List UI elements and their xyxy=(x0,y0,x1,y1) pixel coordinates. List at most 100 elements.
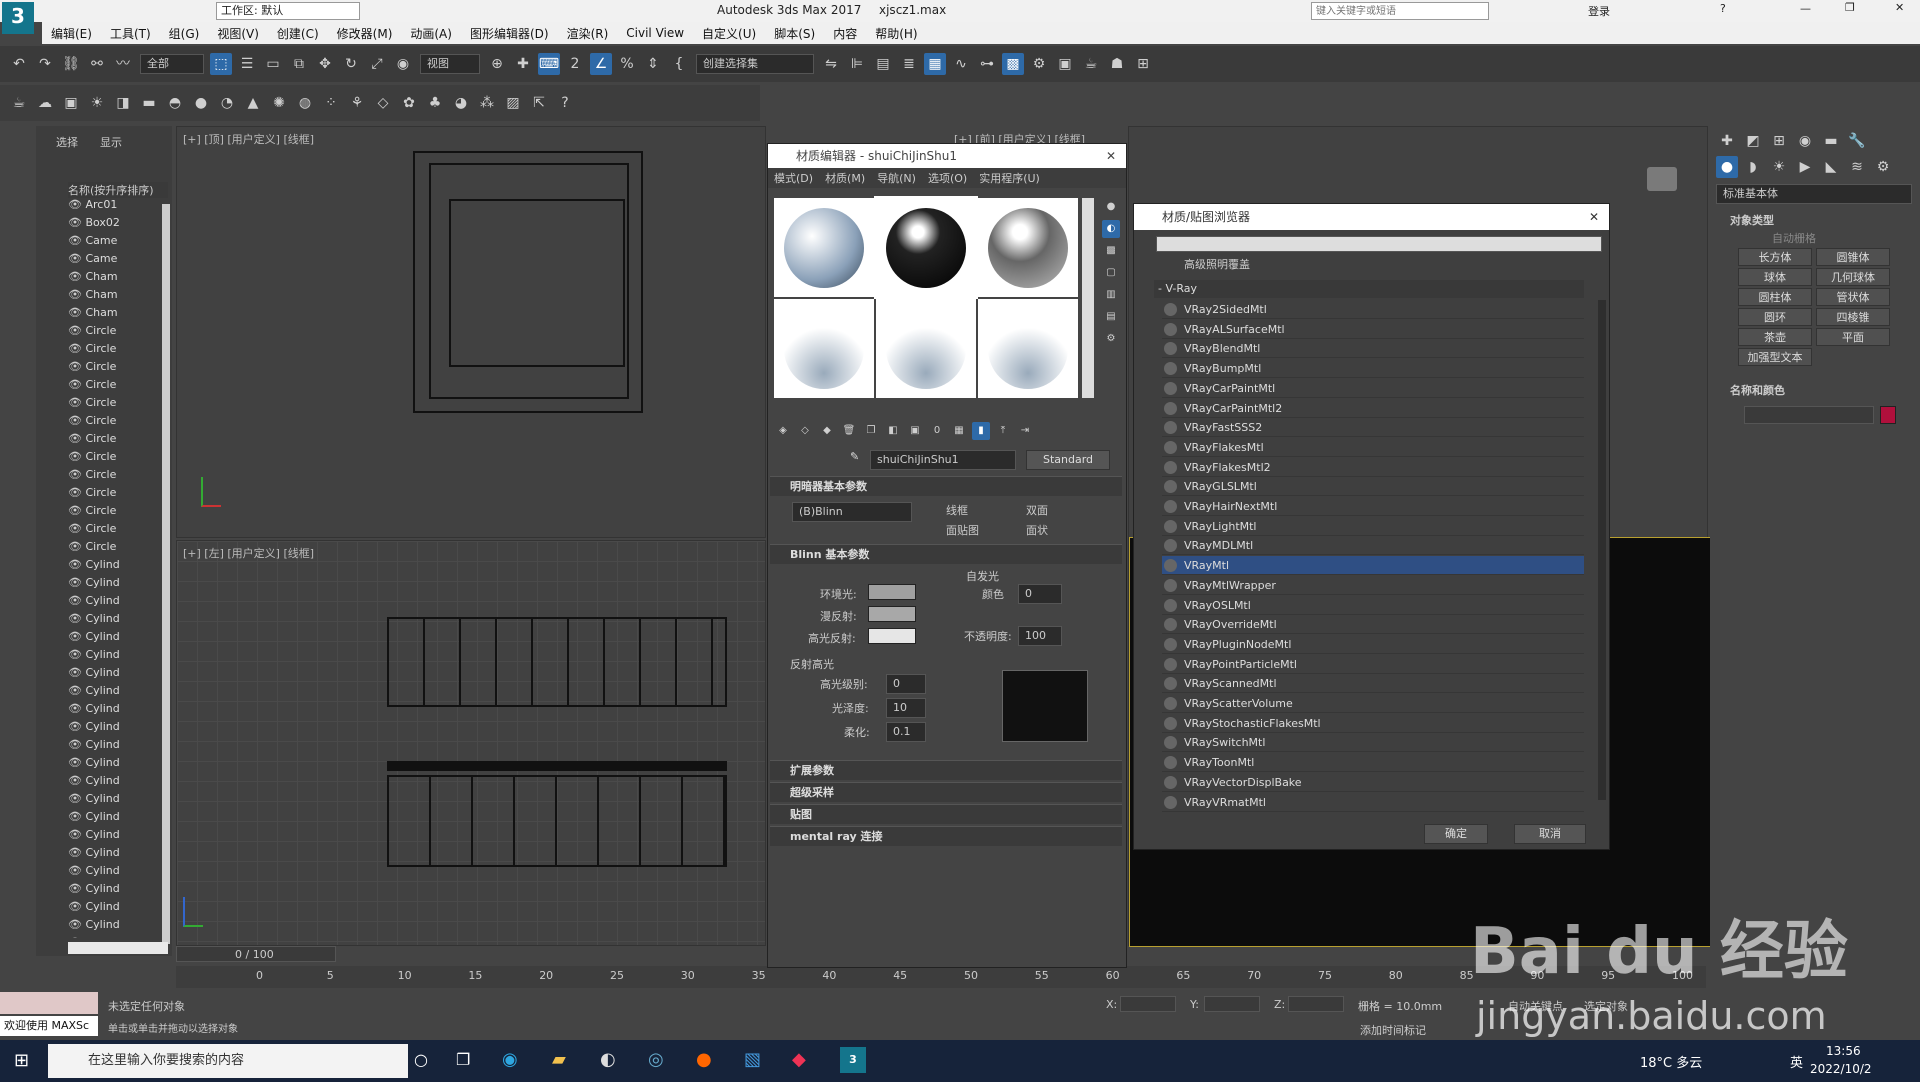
bind-spacewarp-icon[interactable]: 〰 xyxy=(112,53,134,75)
two-sided-checkbox[interactable]: 双面 xyxy=(1026,502,1048,518)
explorer-row[interactable]: 👁 Cham xyxy=(68,288,168,306)
self-illum-value[interactable]: 0 xyxy=(1018,584,1062,604)
explorer-row[interactable]: 👁 Cylind xyxy=(68,630,168,648)
explorer-row[interactable]: 👁 Cylind xyxy=(68,828,168,846)
material-type-button[interactable]: Standard xyxy=(1026,450,1110,470)
eye-icon[interactable]: 👁 xyxy=(68,666,85,679)
shapes-icon[interactable]: ◗ xyxy=(1742,156,1764,178)
explorer-row[interactable]: 👁 Cylind xyxy=(68,684,168,702)
eye-icon[interactable]: 👁 xyxy=(68,702,85,715)
browser-group-vray[interactable]: - V-Ray xyxy=(1154,280,1584,298)
browser-item[interactable]: VRay2SidedMtl xyxy=(1162,300,1584,319)
explorer-row[interactable]: 👁 Circle xyxy=(68,522,168,540)
explorer-row[interactable]: 👁 Cylind xyxy=(68,756,168,774)
search-input[interactable] xyxy=(1311,2,1489,20)
eye-icon[interactable]: 👁 xyxy=(68,882,85,895)
cloud-icon[interactable]: ☁ xyxy=(34,92,56,114)
material-name-field[interactable]: shuiChiJinShu1 xyxy=(870,450,1016,470)
explorer-row[interactable]: 👁 Cylind xyxy=(68,738,168,756)
name-color-header[interactable]: 名称和颜色 xyxy=(1730,382,1785,398)
3dsmax-taskbar-icon[interactable]: 3 xyxy=(840,1047,866,1073)
eye-icon[interactable]: 👁 xyxy=(68,216,85,229)
browser-item[interactable]: VRayPluginNodeMtl xyxy=(1162,635,1584,654)
uv-tiling-icon[interactable]: ▢ xyxy=(1102,264,1120,282)
browser-item[interactable]: VRayLightMtl xyxy=(1162,517,1584,536)
plane-light-icon[interactable]: ▬ xyxy=(138,92,160,114)
select-object-icon[interactable]: ⬚ xyxy=(210,53,232,75)
render-cloud-icon[interactable]: ⊞ xyxy=(1132,53,1154,75)
firefox-icon[interactable]: ● xyxy=(696,1049,712,1070)
browser-item[interactable]: VRayFlakesMtl xyxy=(1162,438,1584,457)
named-selection-dropdown[interactable]: 创建选择集 xyxy=(696,54,814,74)
extended-params-rollout[interactable]: 扩展参数 xyxy=(770,760,1122,780)
eye-icon[interactable]: 👁 xyxy=(68,252,85,265)
menu-item[interactable]: 工具(T) xyxy=(101,25,160,42)
browser-item[interactable]: VRayPointParticleMtl xyxy=(1162,655,1584,674)
eye-icon[interactable]: 👁 xyxy=(68,450,85,463)
menu-item[interactable]: 帮助(H) xyxy=(866,25,926,42)
angle-snap-icon[interactable]: ∠ xyxy=(590,53,612,75)
sample-type-icon[interactable]: ● xyxy=(1102,198,1120,216)
eyedropper-icon[interactable]: ✎ xyxy=(850,450,859,463)
weather-text[interactable]: 18°C 多云 xyxy=(1640,1052,1702,1071)
explorer-row[interactable]: 👁 Cham xyxy=(68,270,168,288)
browser-prev-item[interactable]: 高级照明覆盖 xyxy=(1162,256,1584,272)
glossiness-value[interactable]: 10 xyxy=(886,698,926,718)
browser-item[interactable]: VRayOSLMtl xyxy=(1162,596,1584,615)
maxscript-mini-listener[interactable]: 欢迎使用 MAXSc xyxy=(0,1016,98,1036)
mesh-light-icon[interactable]: ◔ xyxy=(216,92,238,114)
self-illum-color-checkbox[interactable]: 颜色 xyxy=(982,586,1004,602)
put-material-icon[interactable]: ◇ xyxy=(796,422,814,440)
login-link[interactable]: 登录 xyxy=(1588,3,1610,19)
video-color-icon[interactable]: ▥ xyxy=(1102,286,1120,304)
time-slider[interactable]: 0 / 100 xyxy=(176,946,336,962)
cortana-icon[interactable]: ○ xyxy=(414,1050,428,1069)
create-tab-icon[interactable]: ✚ xyxy=(1716,130,1738,152)
shader-dropdown[interactable]: (B)Blinn xyxy=(792,502,912,522)
scene-explorer-icon[interactable]: ▤ xyxy=(872,53,894,75)
material-sphere-icon[interactable]: ◕ xyxy=(450,92,472,114)
eye-icon[interactable]: 👁 xyxy=(68,522,85,535)
browser-item[interactable]: VRayBlendMtl xyxy=(1162,339,1584,359)
explorer-row[interactable]: 👁 Cylind xyxy=(68,612,168,630)
explorer-row[interactable]: 👁 Cylind xyxy=(68,810,168,828)
minimize-icon[interactable]: — xyxy=(1800,2,1811,15)
ambient-swatch[interactable] xyxy=(868,584,916,600)
explorer-row[interactable]: 👁 Cylind xyxy=(68,720,168,738)
add-time-tag[interactable]: 添加时间标记 xyxy=(1360,1022,1426,1038)
explorer-row[interactable]: 👁 Circle xyxy=(68,504,168,522)
browser-item[interactable]: VRayVectorDisplBake xyxy=(1162,773,1584,792)
explorer-row[interactable]: 👁 Circle xyxy=(68,360,168,378)
browser-item[interactable]: VRayMDLMtl xyxy=(1162,536,1584,556)
go-sibling-icon[interactable]: ⇥ xyxy=(1016,422,1034,440)
menu-item[interactable]: 脚本(S) xyxy=(765,25,824,42)
sample-slot[interactable] xyxy=(978,198,1078,297)
frame-buffer-icon[interactable]: ▣ xyxy=(60,92,82,114)
copy-material-icon[interactable]: ❐ xyxy=(862,422,880,440)
ies-light-icon[interactable]: ▲ xyxy=(242,92,264,114)
shader-rollout-header[interactable]: 明暗器基本参数 xyxy=(770,476,1122,496)
browser-item[interactable]: VRayStochasticFlakesMtl xyxy=(1162,714,1584,733)
eye-icon[interactable]: 👁 xyxy=(68,792,85,805)
maxscript-listener[interactable] xyxy=(0,992,98,1014)
explorer-row[interactable]: 👁 Circle xyxy=(68,378,168,396)
browser-item[interactable]: VRayToonMtl xyxy=(1162,753,1584,773)
browser-item[interactable]: VRayMtlWrapper xyxy=(1162,576,1584,595)
render-frame-icon[interactable]: ▣ xyxy=(1054,53,1076,75)
window-crossing-icon[interactable]: ⧉ xyxy=(288,53,310,75)
mental-ray-rollout[interactable]: mental ray 连接 xyxy=(770,826,1122,846)
menu-item[interactable]: 图形编辑器(D) xyxy=(461,25,558,42)
clock-time[interactable]: 13:56 xyxy=(1826,1044,1861,1058)
explorer-row[interactable]: 👁 Cham xyxy=(68,306,168,324)
explorer-row[interactable]: 👁 Cylind xyxy=(68,918,168,936)
object-type-header[interactable]: 对象类型 xyxy=(1730,212,1774,228)
backlight-icon[interactable]: ◐ xyxy=(1102,220,1120,238)
teapot-icon[interactable]: ☕ xyxy=(8,92,30,114)
put-library-icon[interactable]: ▣ xyxy=(906,422,924,440)
browser-item[interactable]: VRayScannedMtl xyxy=(1162,674,1584,694)
dome-light-icon[interactable]: ◓ xyxy=(164,92,186,114)
eye-icon[interactable]: 👁 xyxy=(68,306,85,319)
browser-item[interactable]: VRayFastSSS2 xyxy=(1162,418,1584,438)
explorer-row[interactable]: 👁 Cylind xyxy=(68,774,168,792)
menu-item[interactable]: 组(G) xyxy=(160,25,209,42)
